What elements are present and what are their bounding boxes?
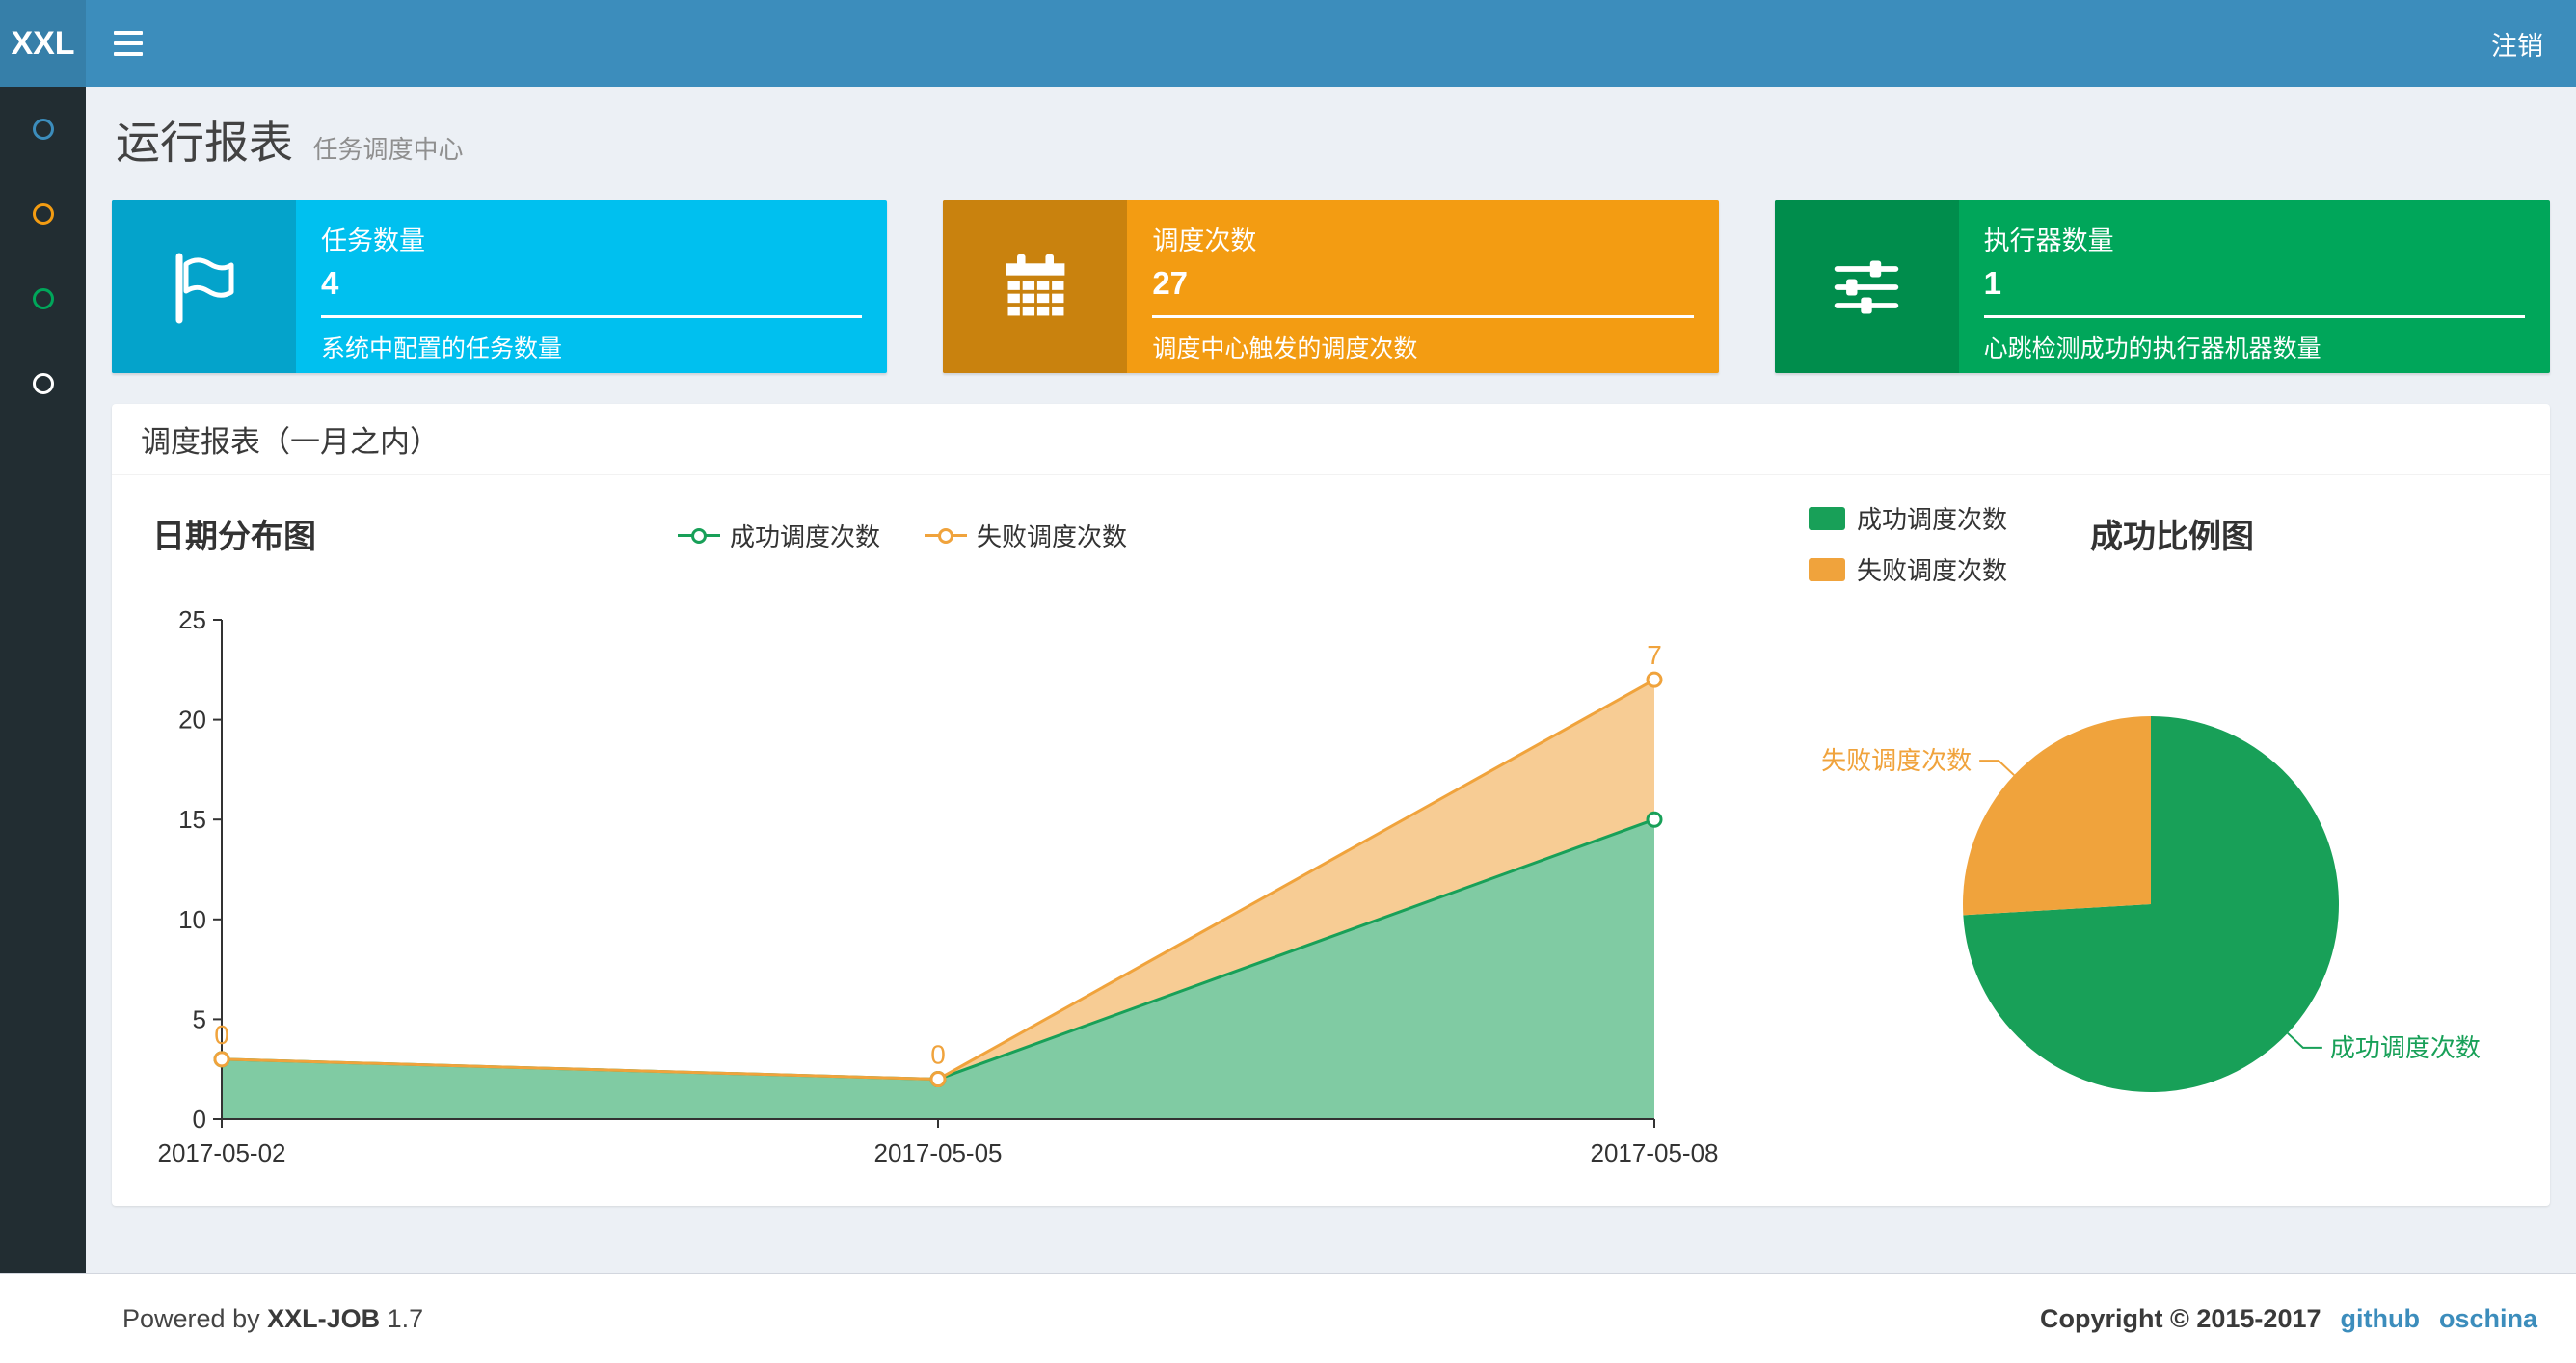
brand-name: XXL-JOB [267, 1303, 381, 1333]
sidebar-item-2[interactable] [0, 172, 86, 256]
legend-label: 失败调度次数 [1857, 556, 2008, 585]
powered-by: Powered by XXL-JOB 1.7 [122, 1303, 424, 1333]
info-box-row: 任务数量 4 系统中配置的任务数量 调度次数 27 调度中心触发的调度次数 执行… [112, 200, 2550, 373]
legend-swatch [1809, 557, 1845, 581]
info-box-description: 系统中配置的任务数量 [321, 335, 563, 362]
content-area: 运行报表 任务调度中心 任务数量 4 系统中配置的任务数量 调度次数 27 调度… [86, 87, 2576, 1273]
svg-text:25: 25 [178, 605, 206, 634]
svg-text:2017-05-08: 2017-05-08 [1591, 1138, 1719, 1167]
sidebar [0, 87, 86, 1273]
page-title: 运行报表 [116, 118, 293, 168]
info-box-title: 任务数量 [321, 227, 425, 255]
stacked-area-chart[interactable]: 05101520252017-05-02 2017-05-05 2017-05-08… [141, 475, 1722, 1205]
date-distribution-chart: 日期分布图 成功调度次数 失败调度次数 0 5 10 15 20 25 2017-05-02… [141, 475, 1722, 1205]
info-box-job-count: 任务数量 4 系统中配置的任务数量 [112, 200, 888, 373]
footer-right: Copyright © 2015-2017 github oschina [2040, 1304, 2537, 1334]
info-box-trigger-count: 调度次数 27 调度中心触发的调度次数 [943, 200, 1719, 373]
page-subtitle: 任务调度中心 [312, 135, 464, 164]
info-box-divider [1152, 315, 1694, 318]
info-box-title: 执行器数量 [1983, 227, 2114, 255]
svg-text:10: 10 [178, 905, 206, 934]
svg-text:2017-05-05: 2017-05-05 [874, 1138, 1003, 1167]
top-navbar: XXL 注销 [0, 0, 2576, 87]
info-box-description: 心跳检测成功的执行器机器数量 [1983, 335, 2321, 362]
circle-icon [32, 288, 54, 309]
svg-text:5: 5 [193, 1004, 206, 1033]
page-header: 运行报表 任务调度中心 [112, 110, 2550, 193]
svg-text:0: 0 [214, 1020, 229, 1050]
panel-heading: 调度报表（一月之内） [112, 404, 2550, 475]
oschina-link[interactable]: oschina [2439, 1304, 2537, 1334]
navbar-right: 注销 [2491, 0, 2576, 87]
circle-icon [32, 373, 54, 394]
pie-legend-success[interactable]: 成功调度次数 [1809, 500, 2007, 536]
circle-icon [32, 203, 54, 225]
svg-text:2017-05-02: 2017-05-02 [158, 1138, 286, 1167]
pie-chart-legend: 成功调度次数 失败调度次数 [1809, 500, 2007, 587]
calendar-icon [943, 200, 1128, 373]
svg-text:成功调度次数: 成功调度次数 [2330, 1033, 2481, 1062]
panel-title: 调度报表（一月之内） [141, 425, 440, 459]
svg-text:7: 7 [1647, 640, 1662, 670]
svg-text:0: 0 [930, 1040, 946, 1070]
info-box-value: 1 [1983, 265, 2002, 301]
hamburger-icon [114, 31, 143, 35]
svg-text:失败调度次数: 失败调度次数 [1821, 746, 1972, 775]
copyright-text: Copyright © 2015-2017 [2039, 1303, 2321, 1333]
version: 1.7 [387, 1303, 424, 1333]
sidebar-toggle-button[interactable] [86, 0, 171, 87]
sidebar-item-3[interactable] [0, 256, 86, 341]
panel-body: 日期分布图 成功调度次数 失败调度次数 0 5 10 15 20 25 2017-05-02… [112, 475, 2550, 1205]
legend-swatch [1809, 506, 1845, 530]
svg-text:0: 0 [193, 1105, 206, 1134]
info-box-divider [321, 315, 863, 318]
logout-link[interactable]: 注销 [2491, 25, 2543, 63]
svg-text:15: 15 [178, 805, 206, 834]
footer: Powered by XXL-JOB 1.7 Copyright © 2015-… [0, 1273, 2576, 1363]
pie-legend-fail[interactable]: 失败调度次数 [1809, 551, 2007, 587]
sliders-icon [1774, 200, 1959, 373]
info-box-description: 调度中心触发的调度次数 [1152, 335, 1418, 362]
svg-text:20: 20 [178, 706, 206, 735]
info-box-value: 27 [1152, 265, 1189, 301]
info-box-divider [1983, 315, 2525, 318]
circle-icon [32, 119, 54, 140]
app-logo[interactable]: XXL [0, 0, 86, 87]
info-box-value: 4 [321, 265, 339, 301]
github-link[interactable]: github [2341, 1304, 2420, 1334]
sidebar-item-4[interactable] [0, 341, 86, 426]
flag-icon [112, 200, 296, 373]
info-box-executor-count: 执行器数量 1 心跳检测成功的执行器机器数量 [1774, 200, 2550, 373]
sidebar-item-1[interactable] [0, 87, 86, 172]
success-ratio-chart: 成功调度次数 失败调度次数 成功比例图 成功调度次数 失败调度次数 [1780, 475, 2550, 1205]
legend-label: 成功调度次数 [1857, 505, 2008, 534]
info-box-title: 调度次数 [1152, 227, 1257, 255]
report-panel: 调度报表（一月之内） 日期分布图 成功调度次数 失败调度次数 0 5 10 15 20 2… [112, 404, 2550, 1206]
